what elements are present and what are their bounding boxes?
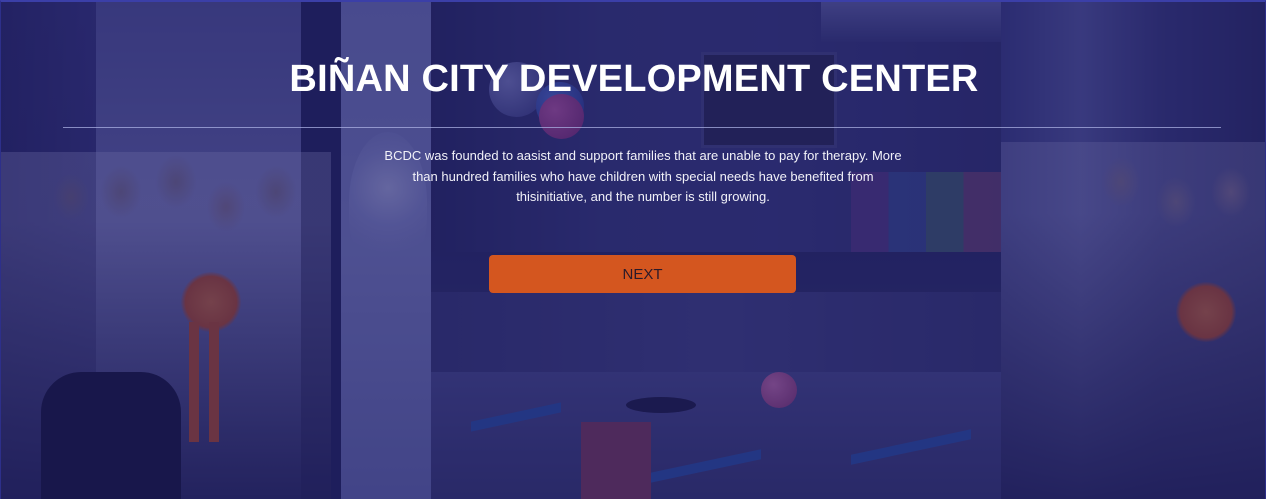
next-button[interactable]: NEXT <box>489 255 796 293</box>
hero-content: BIÑAN CITY DEVELOPMENT CENTER BCDC was f… <box>1 2 1265 499</box>
hero-section: BIÑAN CITY DEVELOPMENT CENTER BCDC was f… <box>0 0 1266 499</box>
title-divider <box>63 127 1221 128</box>
page-title: BIÑAN CITY DEVELOPMENT CENTER <box>289 58 979 100</box>
hero-description: BCDC was founded to aasist and support f… <box>384 148 902 204</box>
